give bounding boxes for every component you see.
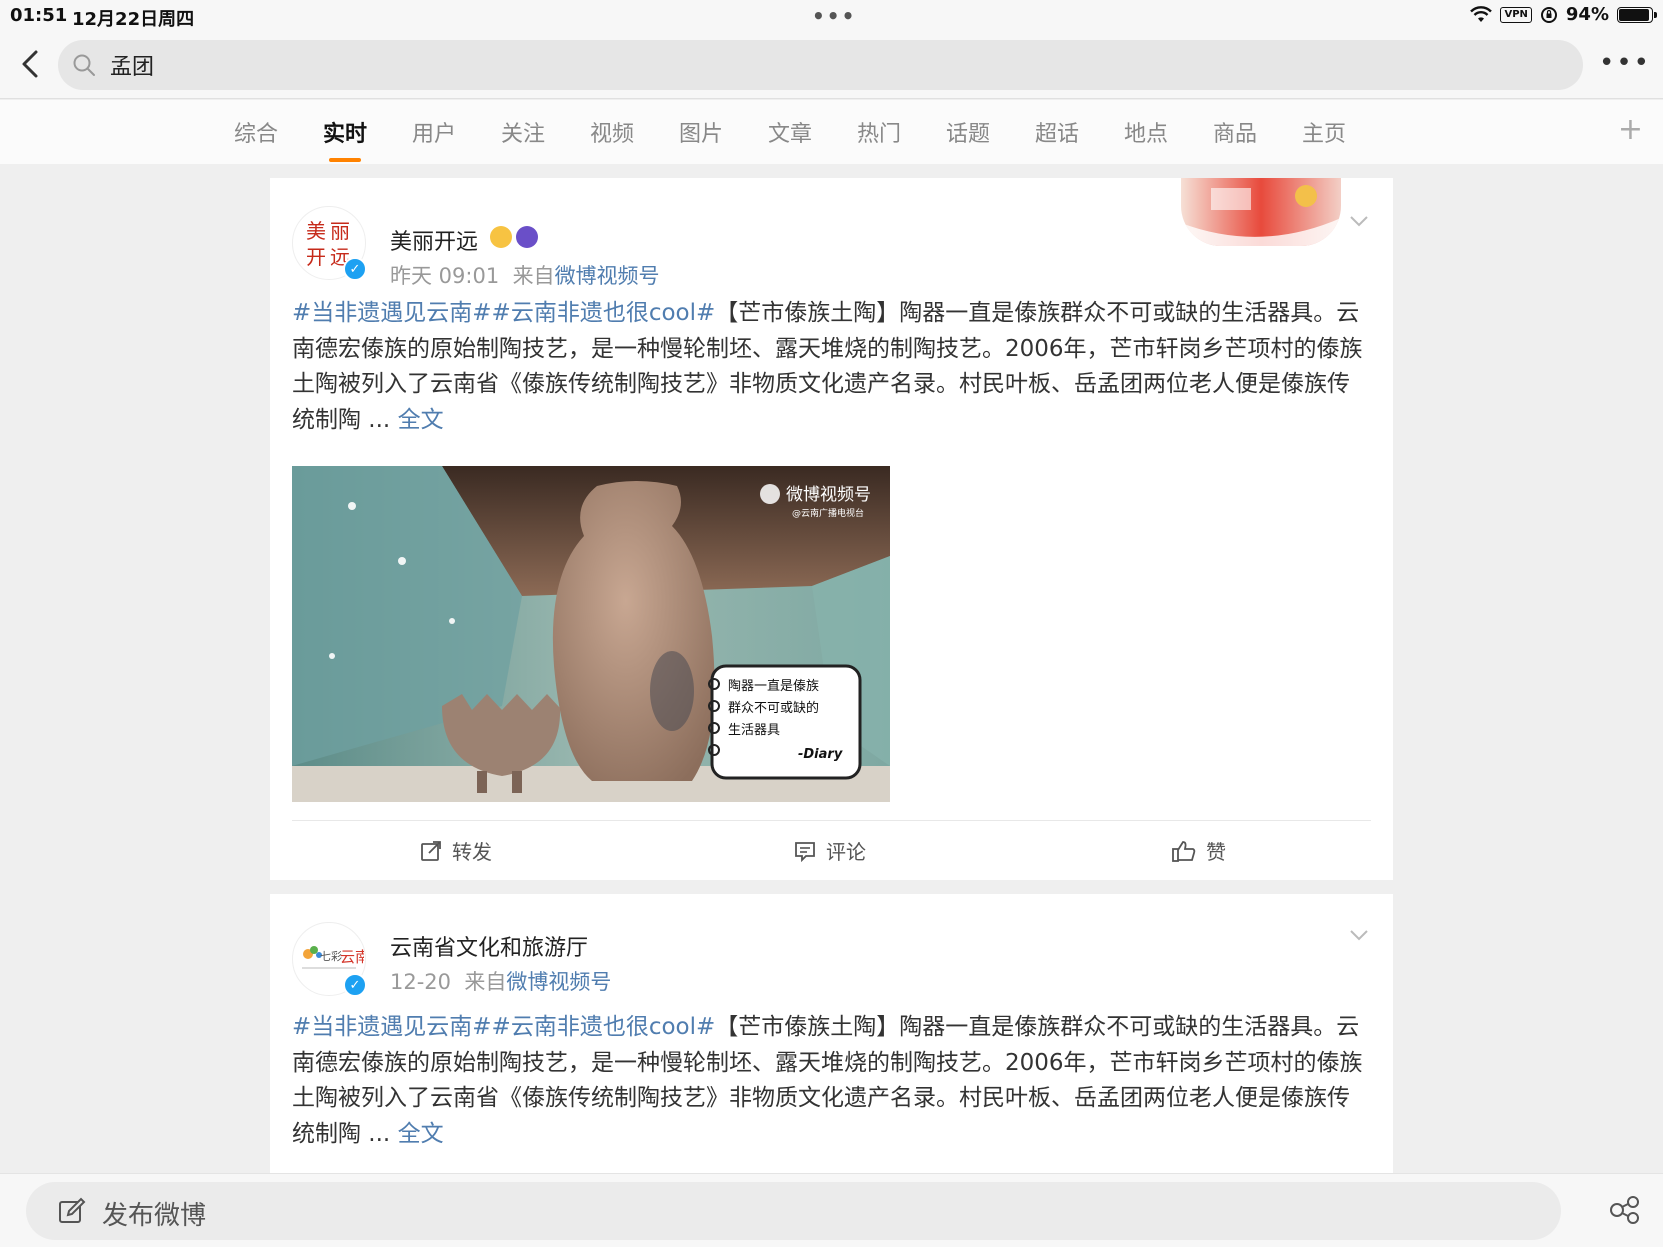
post-author[interactable]: 云南省文化和旅游厅 [390, 930, 588, 962]
repost-icon [421, 840, 441, 861]
search-tabs: 综合 实时 用户 关注 视频 图片 文章 热门 话题 超话 地点 商品 主页 + [0, 100, 1663, 164]
search-icon [73, 54, 95, 76]
topic-hashtag[interactable]: #当非遗遇见云南##云南非遗也很cool# [292, 1014, 715, 1040]
chevron-down-icon[interactable] [1349, 928, 1369, 942]
tab-videos[interactable]: 视频 [590, 116, 634, 148]
tab-products[interactable]: 商品 [1213, 116, 1257, 148]
video-note-line-2: 群众不可或缺的 [728, 700, 819, 716]
compose-post-button[interactable]: 发布微博 [26, 1182, 1561, 1240]
tab-articles[interactable]: 文章 [768, 116, 812, 148]
member-crown-icon [490, 226, 512, 248]
svg-text:丽: 丽 [330, 219, 350, 243]
avatar[interactable]: 美丽开远 ✓ [292, 206, 367, 281]
compose-icon [59, 1197, 86, 1223]
tab-topics[interactable]: 话题 [946, 116, 990, 148]
expand-full-text-link[interactable]: 全文 [398, 1121, 444, 1147]
like-button[interactable]: 赞 [1172, 836, 1226, 865]
weibo-logo-icon [760, 484, 780, 504]
video-watermark: 微博视频号 [786, 485, 871, 505]
add-tab-icon[interactable]: + [1618, 112, 1643, 147]
verified-icon: ✓ [343, 257, 367, 281]
video-watermark-sub: @云南广播电视台 [792, 507, 864, 519]
battery-icon [1617, 6, 1657, 23]
post-meta: 昨天 09:01 来自微博视频号 [390, 264, 660, 288]
multitasking-dots-icon[interactable]: ••• [812, 4, 856, 28]
svg-text:云南: 云南 [340, 948, 364, 966]
active-tab-indicator [329, 158, 362, 162]
thumbs-up-icon [1172, 840, 1196, 862]
post-text: #当非遗遇见云南##云南非遗也很cool#【芒市傣族土陶】陶器一直是傣族群众不可… [292, 300, 1363, 433]
status-bar: 01:51 12月22日周四 ••• VPN 94% [0, 0, 1663, 32]
video-note-line-3: 生活器具 [728, 723, 780, 738]
tab-homepage[interactable]: 主页 [1302, 116, 1346, 148]
back-icon[interactable] [16, 46, 46, 82]
post-meta: 12-20 来自微博视频号 [390, 970, 612, 994]
compose-label: 发布微博 [102, 1201, 207, 1231]
status-icons: VPN 94% [1470, 4, 1657, 25]
post-card[interactable]: 七彩 云南 ✓ 云南省文化和旅游厅 12-20 来自微博视频号 #当非遗遇见云南#… [270, 894, 1393, 1173]
expand-full-text-link[interactable]: 全文 [398, 407, 444, 433]
search-bar[interactable] [58, 40, 1583, 90]
tab-hot[interactable]: 热门 [857, 116, 901, 148]
more-options-icon[interactable]: ••• [1599, 50, 1651, 76]
svg-text:开: 开 [306, 245, 326, 269]
avatar[interactable]: 七彩 云南 ✓ [292, 922, 367, 997]
post-source-link[interactable]: 微博视频号 [506, 970, 611, 994]
wifi-icon [1470, 5, 1493, 22]
post-card[interactable]: 美丽开远 ✓ 美丽开远 昨天 09:01 来自微博视频号 #当非遗遇见云南##云… [270, 178, 1393, 880]
svg-text:美: 美 [306, 219, 326, 243]
orientation-lock-icon [1540, 6, 1557, 23]
svg-text:七彩: 七彩 [320, 950, 342, 963]
tab-realtime[interactable]: 实时 [323, 116, 367, 162]
battery-level [1619, 8, 1650, 21]
comment-button[interactable]: 评论 [794, 836, 866, 865]
topic-hashtag[interactable]: #当非遗遇见云南##云南非遗也很cool# [292, 300, 715, 326]
battery-percent: 94% [1565, 4, 1609, 25]
video-note-sign: -Diary [798, 747, 843, 762]
festive-banner-decoration [1181, 178, 1341, 246]
tab-super-topics[interactable]: 超话 [1035, 116, 1079, 148]
share-icon[interactable] [1609, 1194, 1641, 1226]
vpn-badge: VPN [1500, 6, 1532, 23]
divider [292, 820, 1371, 821]
user-badges [490, 226, 538, 248]
video-thumbnail[interactable]: 陶器一直是傣族 群众不可或缺的 生活器具 -Diary 微博视频号 @云南广播电… [292, 466, 890, 802]
comment-icon [795, 841, 815, 862]
tab-following[interactable]: 关注 [501, 116, 545, 148]
tab-places[interactable]: 地点 [1124, 116, 1168, 148]
status-time: 01:51 [10, 5, 68, 26]
shield-badge-icon [516, 226, 538, 248]
bottom-bar: 发布微博 [0, 1173, 1663, 1247]
post-source-link[interactable]: 微博视频号 [555, 264, 660, 288]
chevron-down-icon[interactable] [1349, 214, 1369, 228]
tab-users[interactable]: 用户 [412, 116, 456, 148]
video-note-line-1: 陶器一直是傣族 [728, 678, 819, 694]
search-header: ••• [0, 32, 1663, 99]
verified-icon: ✓ [343, 973, 367, 997]
search-input[interactable] [110, 48, 1510, 82]
tab-images[interactable]: 图片 [679, 116, 723, 148]
repost-button[interactable]: 转发 [420, 836, 492, 865]
tab-comprehensive[interactable]: 综合 [234, 116, 278, 148]
post-author[interactable]: 美丽开远 [390, 224, 478, 256]
status-date: 12月22日周四 [72, 9, 195, 30]
post-text: #当非遗遇见云南##云南非遗也很cool#【芒市傣族土陶】陶器一直是傣族群众不可… [292, 1014, 1363, 1147]
